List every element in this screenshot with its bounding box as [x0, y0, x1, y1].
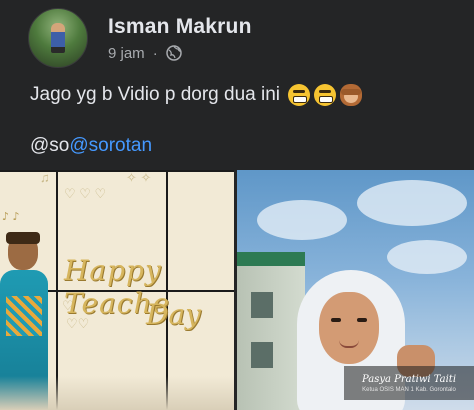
author-avatar[interactable]: [28, 8, 88, 68]
author-name[interactable]: Isman Makrun: [108, 15, 252, 39]
caption-role: Ketua OSIS MAN 1 Kab. Gorontalo: [362, 386, 456, 393]
emoji-row: [288, 84, 362, 106]
post-media[interactable]: ♫ ♡ ♡ ♡ ✧ ✧ ♡ ♡♡ ♪ ♪ Happy Teache Day Pa…: [0, 170, 474, 410]
building: [237, 252, 305, 410]
avatar-figure: [51, 23, 65, 53]
student-face: [319, 292, 379, 364]
mention-tag-link[interactable]: @sorotan: [69, 135, 152, 156]
media-left-image[interactable]: ♫ ♡ ♡ ♡ ✧ ✧ ♡ ♡♡ ♪ ♪ Happy Teache Day: [0, 170, 234, 410]
media-right-image[interactable]: Pasya Pratiwi Taiti Ketua OSIS MAN 1 Kab…: [237, 170, 474, 410]
photo-caption: Pasya Pratiwi Taiti Ketua OSIS MAN 1 Kab…: [344, 366, 474, 400]
mention-prefix: @so: [30, 135, 70, 156]
image-shade: [0, 376, 234, 410]
headline-line2: Day: [146, 298, 201, 331]
grimacing-face-emoji-icon: [288, 84, 310, 106]
post-header: Isman Makrun 9 jam ·: [28, 8, 252, 68]
mention-line: @so@sorotan: [30, 135, 152, 157]
post-body: Jago yg b Vidio p dorg dua ini: [30, 84, 362, 106]
post-text: Jago yg b Vidio p dorg dua ini: [30, 84, 280, 105]
post-meta: 9 jam ·: [108, 45, 252, 62]
grimacing-face-emoji-icon: [314, 84, 336, 106]
decor-script: ♪ ♪: [2, 210, 20, 223]
post-time[interactable]: 9 jam: [108, 45, 145, 62]
meta-separator: ·: [152, 44, 158, 62]
author-block: Isman Makrun 9 jam ·: [108, 15, 252, 62]
see-no-evil-monkey-icon: [340, 84, 362, 106]
caption-name: Pasya Pratiwi Taiti: [361, 373, 457, 385]
globe-icon: [165, 45, 182, 61]
